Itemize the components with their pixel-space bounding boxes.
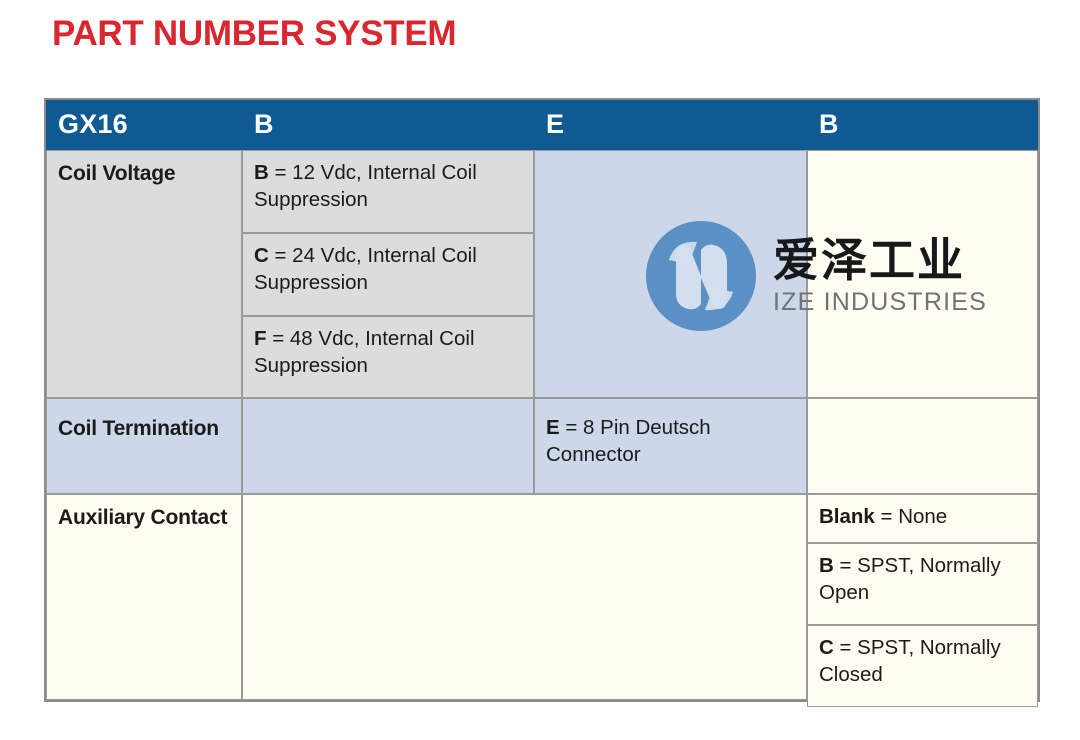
table-header-cell-part-prefix: GX16 [46,100,242,150]
option-desc: = None [880,505,948,528]
option-coil-voltage-b: B = 12 Vdc, Internal Coil Suppression [242,150,534,233]
option-desc: = SPST, Normally Open [819,554,1001,604]
empty-cell-row2-col4 [807,398,1038,494]
page-title: PART NUMBER SYSTEM [52,14,457,53]
row-label-coil-termination: Coil Termination [46,398,242,494]
row-label-auxiliary-contact: Auxiliary Contact [46,494,242,700]
option-code: B [254,161,269,184]
option-auxiliary-contact-b: B = SPST, Normally Open [807,543,1038,625]
option-code: B [819,554,834,577]
option-code: Blank [819,505,875,528]
empty-cell-row3-mid [242,494,807,700]
option-auxiliary-contact-blank: Blank = None [807,494,1038,543]
table-header-cell-coil-voltage-code: B [242,100,534,150]
option-code: F [254,327,267,350]
table-header-cell-auxiliary-contact-code: B [807,100,1038,150]
option-desc: = SPST, Normally Closed [819,636,1001,686]
option-desc: = 24 Vdc, Internal Coil Suppression [254,244,477,294]
option-desc: = 48 Vdc, Internal Coil Suppression [254,327,475,377]
option-coil-termination-e: E = 8 Pin Deutsch Connector [534,398,807,494]
empty-cell-row2-col2 [242,398,534,494]
option-code: C [254,244,269,267]
table-header-cell-coil-termination-code: E [534,100,807,150]
option-coil-voltage-f: F = 48 Vdc, Internal Coil Suppression [242,316,534,398]
option-code: C [819,636,834,659]
row-label-coil-voltage: Coil Voltage [46,150,242,398]
option-desc: = 12 Vdc, Internal Coil Suppression [254,161,477,211]
empty-cell-row1-col4 [807,150,1038,398]
option-coil-voltage-c: C = 24 Vdc, Internal Coil Suppression [242,233,534,316]
option-auxiliary-contact-c: C = SPST, Normally Closed [807,625,1038,707]
option-desc: = 8 Pin Deutsch Connector [546,416,711,466]
part-number-table: GX16 B E B Coil Voltage B = 12 Vdc, Inte… [44,98,1040,707]
option-code: E [546,416,560,439]
empty-cell-row1-col3 [534,150,807,398]
